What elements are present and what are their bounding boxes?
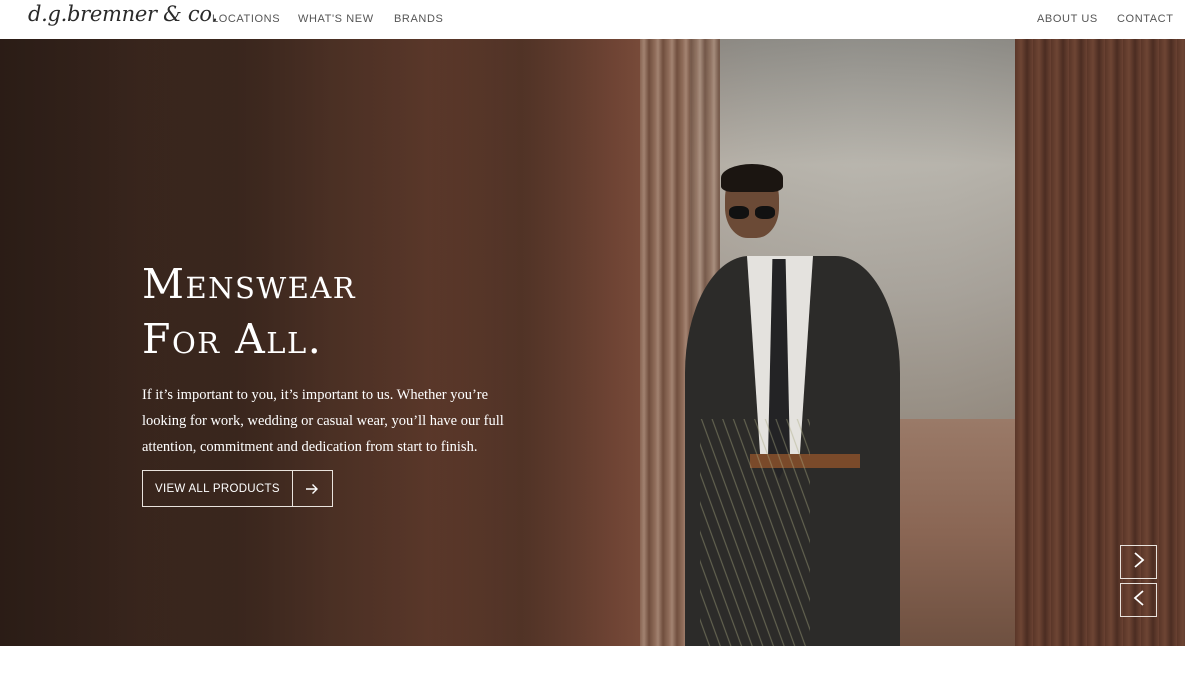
- hero-banner: Menswear For All. If it’s important to y…: [0, 39, 1185, 646]
- nav-link-whats-new[interactable]: WHAT'S NEW: [298, 13, 374, 25]
- view-all-products-button[interactable]: VIEW ALL PRODUCTS: [142, 470, 333, 507]
- nav-link-locations[interactable]: LOCATIONS: [212, 13, 280, 25]
- hero-headline: Menswear For All.: [142, 257, 356, 367]
- hero-description: If it’s important to you, it’s important…: [142, 387, 504, 455]
- arrow-right-icon: [291, 471, 332, 506]
- slider-prev-button[interactable]: [1120, 583, 1157, 617]
- hero-headline-line1: Menswear: [142, 260, 357, 308]
- nav-link-contact[interactable]: CONTACT: [1117, 13, 1174, 25]
- site-header: d.g.bremner & co. LOCATIONS WHAT'S NEW B…: [0, 0, 1185, 39]
- hero-background-wall-right: [1015, 39, 1185, 646]
- chevron-left-icon: [1132, 589, 1146, 612]
- hero-headline-line2: For All.: [142, 315, 323, 363]
- nav-link-about-us[interactable]: ABOUT US: [1037, 13, 1098, 25]
- page-content-below-hero: [0, 646, 1185, 674]
- hero-plant-foreground: [700, 419, 810, 646]
- nav-link-brands[interactable]: BRANDS: [394, 13, 443, 25]
- brand-logo[interactable]: d.g.bremner & co.: [28, 2, 218, 26]
- view-all-products-label: VIEW ALL PRODUCTS: [155, 482, 280, 495]
- slider-next-button[interactable]: [1120, 545, 1157, 579]
- chevron-right-icon: [1132, 551, 1146, 574]
